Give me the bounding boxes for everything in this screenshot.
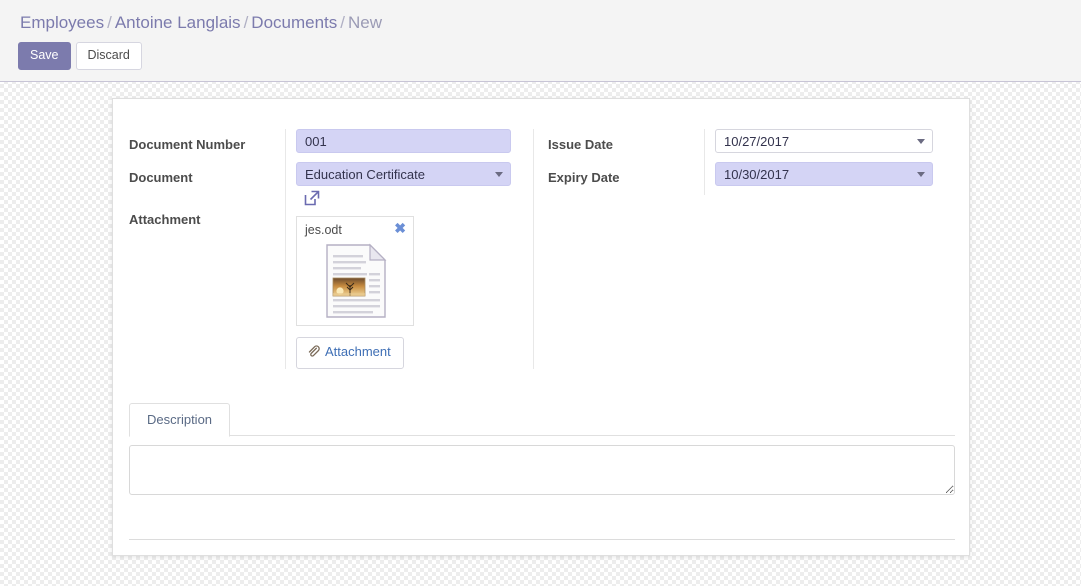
tab-description[interactable]: Description [129,403,231,437]
breadcrumb-item-documents[interactable]: Documents [251,13,337,32]
attachment-card: jes.odt ✖ [296,216,414,326]
field-cell-document-number [285,129,533,162]
app-page: Employees / Antoine Langlais / Documents / New… [0,0,1081,586]
label-expiry-date: Expiry Date [548,170,620,185]
tab-list: Description [129,402,955,437]
description-textarea[interactable] [129,445,955,495]
close-icon[interactable]: ✖ [394,221,406,235]
control-panel: Employees / Antoine Langlais / Documents / New… [0,0,1081,82]
document-file-icon [326,243,387,318]
field-row-document: Document [129,162,533,210]
document-number-input[interactable] [296,129,511,153]
form-groups: Document Number Document [113,129,969,369]
document-select-input[interactable] [296,162,511,186]
right-fields-table: Issue Date Expiry Date [548,129,933,195]
attachment-file-name: jes.odt [305,223,342,237]
form-group-right: Issue Date Expiry Date [533,129,969,369]
field-cell-document [285,162,533,210]
breadcrumb-separator: / [107,13,112,32]
add-attachment-button[interactable]: Attachment [296,337,404,369]
document-select-wrap [296,162,511,186]
label-document: Document [129,170,193,185]
field-row-attachment: Attachment jes.odt ✖ Attachment [129,210,533,369]
field-row-issue-date: Issue Date [548,129,933,162]
form-group-left: Document Number Document [113,129,533,369]
label-document-number: Document Number [129,137,246,152]
breadcrumb-item-employees[interactable]: Employees [20,13,104,32]
left-fields-table: Document Number Document [129,129,533,369]
field-cell-attachment: jes.odt ✖ Attachment [285,210,533,369]
breadcrumb-separator: / [243,13,249,32]
breadcrumb: Employees / Antoine Langlais / Documents / New [20,10,382,36]
action-buttons: Save Discard [18,42,142,70]
discard-button[interactable]: Discard [75,42,142,70]
add-attachment-label: Attachment [325,344,391,359]
label-issue-date: Issue Date [548,137,614,152]
field-cell-expiry-date [704,162,933,195]
notebook: Description [129,402,955,495]
field-row-document-number: Document Number [129,129,533,162]
paperclip-icon [307,345,320,361]
expiry-date-wrap [715,162,933,186]
external-link-icon[interactable] [303,189,321,210]
issue-date-wrap [715,129,933,153]
save-button[interactable]: Save [18,42,71,70]
form-sheet: Document Number Document [112,98,970,556]
breadcrumb-item-antoine-langlais[interactable]: Antoine Langlais [115,13,241,32]
breadcrumb-separator: / [340,13,346,32]
sheet-bottom-divider [129,539,955,540]
tab-pane-description [129,436,955,495]
breadcrumb-item-new: New [348,13,383,32]
form-area: Document Number Document [0,83,1081,586]
field-row-expiry-date: Expiry Date [548,162,933,195]
issue-date-input[interactable] [715,129,933,153]
field-cell-issue-date [704,129,933,162]
label-attachment: Attachment [129,212,201,227]
expiry-date-input[interactable] [715,162,933,186]
